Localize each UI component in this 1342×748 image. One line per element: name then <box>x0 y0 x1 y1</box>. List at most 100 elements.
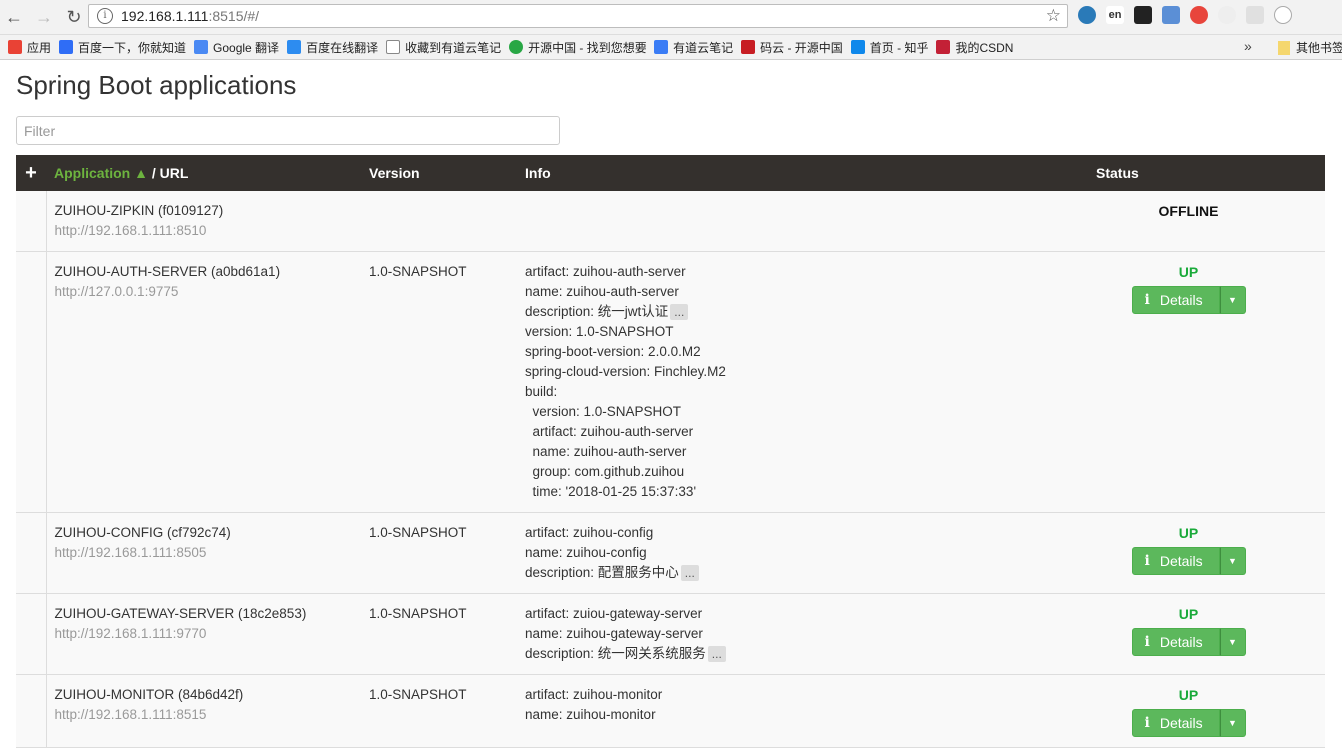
details-button[interactable]: i Details <box>1131 286 1220 314</box>
row-expand-cell[interactable] <box>16 674 47 748</box>
application-url[interactable]: http://127.0.0.1:9775 <box>55 282 354 302</box>
expand-description-button[interactable]: ... <box>670 304 689 320</box>
bookmark-other-folder[interactable]: 其他书签 <box>1278 39 1342 56</box>
info-icon: i <box>1144 292 1150 308</box>
globe-extension-icon[interactable] <box>1078 6 1096 24</box>
info-text: build: <box>525 384 558 399</box>
info-line: name: zuihou-auth-server <box>525 442 1044 462</box>
column-info: Info <box>525 165 551 181</box>
pen-extension-icon[interactable] <box>1218 6 1236 24</box>
caret-down-icon[interactable]: ▼ <box>1219 286 1246 314</box>
bookmarks-bar: 应用 百度一下，你就知道 Google 翻译 百度在线翻译 收藏到有道云笔记 开… <box>0 35 1342 60</box>
row-expand-cell[interactable] <box>16 593 47 675</box>
gitee-icon <box>741 40 756 54</box>
table-row: ZUIHOU-GATEWAY-SERVER (18c2e853) http://1… <box>16 593 1325 675</box>
application-url[interactable]: http://192.168.1.111:8515 <box>55 705 354 725</box>
applications-table: + Application ▲ / URL Version Info Statu… <box>16 155 1325 748</box>
application-url[interactable]: http://192.168.1.111:8510 <box>55 221 354 241</box>
bookmark-zhihu[interactable]: 首页 - 知乎 <box>850 39 928 56</box>
details-button-group: i Details ▼ <box>1131 628 1246 656</box>
caret-down-icon[interactable]: ▼ <box>1219 547 1246 575</box>
row-expand-cell[interactable] <box>16 191 47 252</box>
info-text: version: 1.0-SNAPSHOT <box>525 404 682 419</box>
expand-description-button[interactable]: ... <box>680 565 699 581</box>
info-cell <box>517 191 1052 252</box>
info-text: name: zuihou-auth-server <box>525 444 687 459</box>
sort-application-header[interactable]: Application ▲ <box>54 165 148 181</box>
reload-icon[interactable]: ↻ <box>62 5 86 29</box>
forward-arrow-icon[interactable]: → <box>32 5 56 29</box>
bookmark-google-translate[interactable]: Google 翻译 <box>194 39 279 56</box>
address-bar[interactable]: i 192.168.1.111:8515/#/ ☆ <box>88 4 1068 28</box>
json-extension-icon[interactable] <box>1162 6 1180 24</box>
caret-down-icon[interactable]: ▼ <box>1219 628 1246 656</box>
column-status: Status <box>1096 165 1139 181</box>
application-url[interactable]: http://192.168.1.111:9770 <box>55 624 354 644</box>
bookmark-baidu-translate[interactable]: 百度在线翻译 <box>287 39 378 56</box>
bookmarks-overflow-chevron-icon[interactable]: » <box>1244 38 1252 54</box>
table-header-row: + Application ▲ / URL Version Info Statu… <box>16 155 1325 191</box>
info-text: artifact: zuihou-auth-server <box>525 424 694 439</box>
page-icon <box>386 40 401 54</box>
application-cell: ZUIHOU-AUTH-SERVER (a0bd61a1) http://127.… <box>46 252 361 513</box>
zhihu-icon <box>850 40 865 54</box>
info-line: artifact: zuihou-auth-server <box>525 422 1044 442</box>
bookmark-star-icon[interactable]: ☆ <box>1046 6 1061 26</box>
expand-description-button[interactable]: ... <box>707 646 726 662</box>
caret-down-icon[interactable]: ▼ <box>1219 709 1246 737</box>
info-line: spring-boot-version: 2.0.0.M2 <box>525 342 1044 362</box>
info-icon: i <box>1144 715 1150 731</box>
bookmark-youdao-collect[interactable]: 收藏到有道云笔记 <box>386 39 501 56</box>
bookmark-gitee[interactable]: 码云 - 开源中国 <box>741 39 843 56</box>
status-cell: UP i Details ▼ <box>1052 513 1325 594</box>
info-line: group: com.github.zuihou <box>525 462 1044 482</box>
details-label: Details <box>1159 634 1203 650</box>
bookmark-oschina[interactable]: 开源中国 - 找到您想要 <box>509 39 646 56</box>
youdao-note-icon <box>654 40 669 54</box>
application-name: ZUIHOU-AUTH-SERVER (a0bd61a1) <box>54 264 281 279</box>
braces-extension-icon[interactable] <box>1274 6 1292 24</box>
info-line: description: 统一jwt认证... <box>525 302 1044 322</box>
details-label: Details <box>1159 292 1203 308</box>
details-button-group: i Details ▼ <box>1131 286 1246 314</box>
application-cell: ZUIHOU-MONITOR (84b6d42f) http://192.168.… <box>46 675 361 748</box>
chrome-extension-icon[interactable] <box>1190 6 1208 24</box>
row-expand-cell[interactable] <box>16 251 47 513</box>
details-button[interactable]: i Details <box>1131 547 1220 575</box>
status-cell: OFFLINE <box>1052 191 1325 252</box>
info-line: description: 统一网关系统服务... <box>525 644 1044 664</box>
details-button[interactable]: i Details <box>1131 709 1220 737</box>
ghost-extension-icon[interactable] <box>1134 6 1152 24</box>
column-application-url[interactable]: Application ▲ / URL <box>46 155 361 191</box>
bookmark-apps[interactable]: 应用 <box>8 39 51 56</box>
table-row: ZUIHOU-AUTH-SERVER (a0bd61a1) http://127.… <box>16 251 1325 513</box>
bookmark-csdn[interactable]: 我的CSDN <box>936 39 1013 56</box>
csdn-icon <box>936 40 951 54</box>
back-arrow-icon[interactable]: ← <box>2 5 26 29</box>
info-line: name: zuihou-monitor <box>525 705 1044 725</box>
row-expand-cell[interactable] <box>16 512 47 594</box>
expand-all-plus-icon[interactable]: + <box>16 155 46 191</box>
translate-extension-icon[interactable]: en <box>1106 6 1124 24</box>
info-line: artifact: zuihou-monitor <box>525 685 1044 705</box>
page-extension-icon[interactable] <box>1246 6 1264 24</box>
application-url[interactable]: http://192.168.1.111:8505 <box>55 543 354 563</box>
site-info-icon[interactable]: i <box>97 8 113 24</box>
bookmark-youdao-note[interactable]: 有道云笔记 <box>654 39 733 56</box>
version-cell: 1.0-SNAPSHOT <box>369 687 467 702</box>
url-path: :8515/#/ <box>208 8 260 24</box>
info-icon: i <box>1144 553 1150 569</box>
details-button[interactable]: i Details <box>1131 628 1220 656</box>
info-text: artifact: zuihou-auth-server <box>525 264 686 279</box>
url-header: / URL <box>147 165 189 181</box>
bookmark-baidu[interactable]: 百度一下，你就知道 <box>59 39 186 56</box>
info-cell: artifact: zuihou-monitor name: zuihou-mon… <box>517 675 1052 748</box>
filter-input[interactable] <box>16 116 560 145</box>
application-cell: ZUIHOU-GATEWAY-SERVER (18c2e853) http://1… <box>46 594 361 675</box>
extension-icons: en <box>1078 6 1292 24</box>
oschina-icon <box>509 40 524 54</box>
info-line: description: 配置服务中心... <box>525 563 1044 583</box>
folder-icon <box>1278 40 1290 55</box>
details-label: Details <box>1159 553 1203 569</box>
apps-grid-icon <box>8 40 22 54</box>
